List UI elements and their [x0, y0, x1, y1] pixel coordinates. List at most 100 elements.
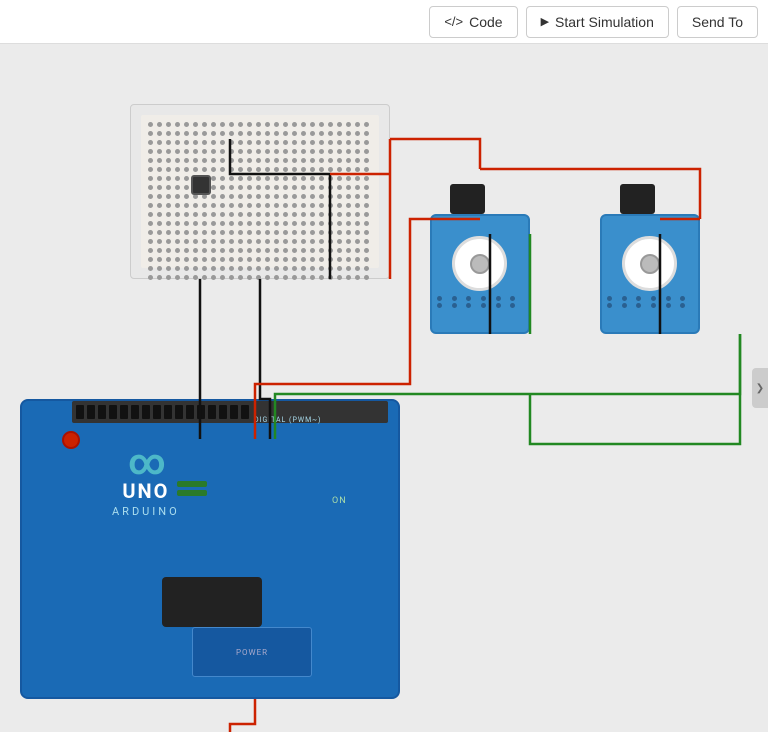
bb-dot [310, 140, 315, 145]
bb-dot [364, 221, 369, 226]
bb-dot [157, 230, 162, 235]
pin-0 [241, 405, 249, 419]
bb-dot [229, 167, 234, 172]
bb-dot [220, 122, 225, 127]
bb-dot [202, 239, 207, 244]
bb-dot [211, 140, 216, 145]
bb-dot [292, 149, 297, 154]
bb-dot [175, 266, 180, 271]
bb-dot [220, 167, 225, 172]
servo2-dots [607, 296, 693, 308]
bb-dot [184, 149, 189, 154]
bb-dot [184, 140, 189, 145]
bb-dot [355, 212, 360, 217]
bb-dot [283, 203, 288, 208]
bb-dot [292, 131, 297, 136]
bb-dot [310, 266, 315, 271]
bb-dot [319, 257, 324, 262]
bb-dot [211, 176, 216, 181]
on-indicator: ON [332, 496, 347, 506]
side-panel-toggle[interactable]: ❯ [752, 368, 768, 408]
bb-dot [337, 203, 342, 208]
bb-dot [175, 158, 180, 163]
bb-dot [265, 275, 270, 280]
bb-dot [193, 122, 198, 127]
breadboard-button[interactable] [191, 175, 211, 195]
bb-dot [166, 131, 171, 136]
bb-dot [247, 158, 252, 163]
bb-dot [319, 221, 324, 226]
bb-dot [319, 176, 324, 181]
bb-dot [292, 257, 297, 262]
bb-dot [292, 248, 297, 253]
bb-dot [247, 275, 252, 280]
bb-dot [346, 194, 351, 199]
bb-dot [346, 185, 351, 190]
bb-dot [148, 140, 153, 145]
bb-dot [310, 194, 315, 199]
bb-dot [184, 131, 189, 136]
servo-dot [651, 296, 656, 301]
bb-dot [238, 194, 243, 199]
bb-dot [166, 140, 171, 145]
servo-dot [680, 296, 685, 301]
bb-dot [346, 176, 351, 181]
bb-dot [274, 122, 279, 127]
servo-dot [636, 296, 641, 301]
bb-dot [166, 167, 171, 172]
bb-dot [256, 257, 261, 262]
sendto-button[interactable]: Send To [677, 6, 758, 38]
bb-dot [256, 239, 261, 244]
code-button[interactable]: </> Code [429, 6, 517, 38]
bb-dot [166, 149, 171, 154]
bb-dot [283, 185, 288, 190]
bb-dot [211, 239, 216, 244]
bb-dot [220, 176, 225, 181]
servo-dot [680, 303, 685, 308]
power-led [62, 431, 80, 449]
bb-dot [310, 149, 315, 154]
bb-dot [238, 257, 243, 262]
bb-dot [319, 275, 324, 280]
bb-dot [283, 230, 288, 235]
bb-dot [202, 212, 207, 217]
bb-dot [256, 212, 261, 217]
bb-dot [229, 194, 234, 199]
bb-dot [328, 230, 333, 235]
bb-dot [283, 212, 288, 217]
bb-dot [247, 140, 252, 145]
bb-dot [211, 149, 216, 154]
bb-dot [148, 203, 153, 208]
bb-dot [265, 185, 270, 190]
bb-dot [238, 230, 243, 235]
bb-dot [193, 275, 198, 280]
bb-dot [355, 203, 360, 208]
bb-dot [247, 221, 252, 226]
bb-dot [274, 140, 279, 145]
bb-dot [319, 194, 324, 199]
bb-dot [220, 239, 225, 244]
bb-dot [364, 122, 369, 127]
bb-dot [328, 248, 333, 253]
bb-dot [283, 176, 288, 181]
bb-dot [355, 122, 360, 127]
bb-dot [184, 230, 189, 235]
bb-dot [364, 275, 369, 280]
bb-dot [229, 239, 234, 244]
bb-dot [337, 239, 342, 244]
servo-dot [607, 303, 612, 308]
bb-dot [148, 248, 153, 253]
bb-dot [274, 158, 279, 163]
servo-motor-2 [600, 184, 700, 339]
ic-chip [162, 577, 262, 627]
simulate-button[interactable]: ▶ Start Simulation [526, 6, 669, 38]
bb-dot [175, 221, 180, 226]
pin-3 [208, 405, 216, 419]
bb-dot [328, 176, 333, 181]
bb-dot [157, 194, 162, 199]
servo-dot [622, 303, 627, 308]
pin-13 [98, 405, 106, 419]
bb-dot [292, 212, 297, 217]
bb-dot [346, 140, 351, 145]
bb-dot [175, 203, 180, 208]
